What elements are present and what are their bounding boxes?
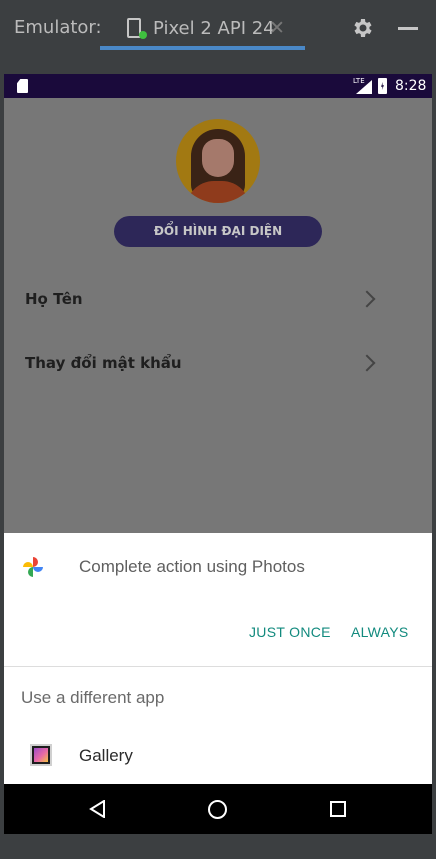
app-option-gallery[interactable]: Gallery — [79, 746, 133, 766]
change-avatar-button[interactable]: ĐỔI HÌNH ĐẠI DIỆN — [114, 216, 322, 247]
google-photos-icon — [23, 557, 43, 577]
battery-charging-icon — [378, 78, 387, 94]
just-once-button[interactable]: JUST ONCE — [249, 624, 331, 640]
always-button[interactable]: ALWAYS — [351, 624, 409, 640]
menu-item-change-password[interactable]: Thay đổi mật khẩu — [4, 341, 432, 387]
back-icon[interactable] — [89, 800, 107, 818]
minimize-icon[interactable] — [398, 27, 418, 30]
device-online-indicator — [139, 31, 147, 39]
signal-icon — [356, 80, 372, 94]
device-tab[interactable]: Pixel 2 API 24 ✕ — [100, 8, 305, 50]
chevron-right-icon — [358, 290, 376, 308]
device-tab-title: Pixel 2 API 24 — [153, 18, 275, 39]
gear-icon[interactable] — [350, 16, 374, 40]
emulator-bottom-frame — [0, 834, 436, 859]
avatar — [176, 119, 260, 203]
emulator-toolbar: Emulator: Pixel 2 API 24 ✕ — [0, 0, 436, 50]
gallery-icon[interactable] — [30, 744, 52, 766]
chooser-title: Complete action using Photos — [79, 557, 305, 576]
status-time: 8:28 — [395, 78, 427, 94]
navigation-bar — [4, 784, 432, 834]
device-screen: LTE 8:28 ĐỔI HÌNH ĐẠI DIỆN Họ Tên Thay đ… — [4, 74, 432, 834]
menu-item-label: Thay đổi mật khẩu — [25, 354, 182, 372]
chevron-right-icon — [358, 354, 376, 372]
home-icon[interactable] — [208, 800, 227, 819]
close-icon[interactable]: ✕ — [269, 17, 285, 39]
emulator-window: Emulator: Pixel 2 API 24 ✕ LTE 8:28 ĐỔI … — [0, 0, 436, 859]
app-chooser-sheet: Complete action using Photos JUST ONCE A… — [4, 533, 432, 784]
divider — [4, 666, 432, 667]
menu-item-full-name[interactable]: Họ Tên — [4, 277, 432, 323]
sd-card-icon — [17, 79, 28, 93]
recents-icon[interactable] — [330, 801, 346, 817]
active-tab-indicator — [100, 46, 305, 50]
status-bar: LTE 8:28 — [4, 74, 432, 98]
emulator-label: Emulator: — [14, 17, 102, 38]
different-app-heading: Use a different app — [21, 688, 165, 707]
menu-item-label: Họ Tên — [25, 290, 83, 308]
